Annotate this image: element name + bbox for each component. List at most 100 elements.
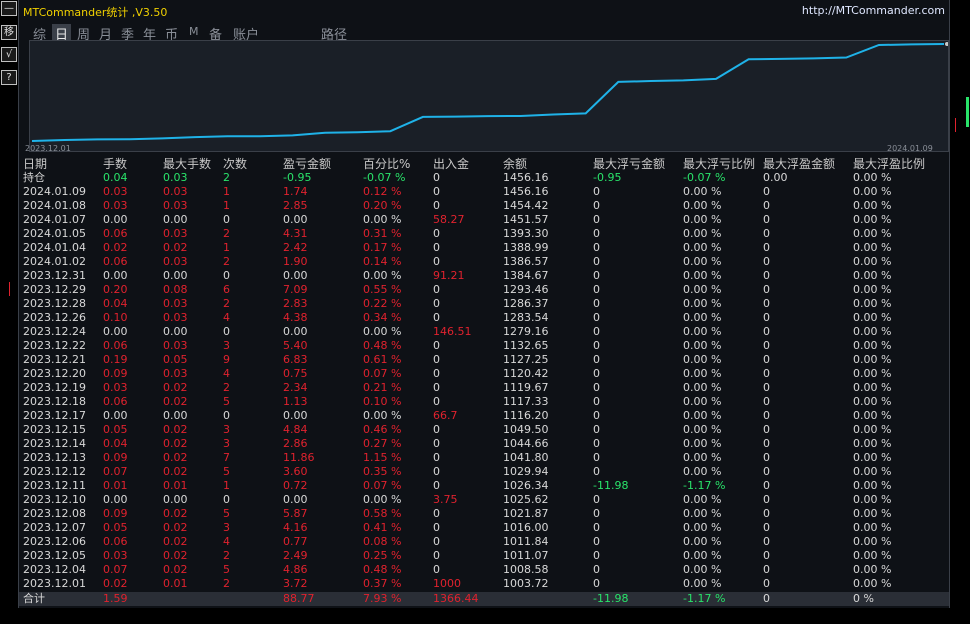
- cell-balance: 1384.67: [503, 269, 549, 282]
- cell-date: 2023.12.07: [23, 521, 86, 534]
- cell-count: 次数: [223, 157, 248, 171]
- cell-date: 2023.12.12: [23, 465, 86, 478]
- cell-max-float-profit-pct: 0.00 %: [853, 535, 892, 548]
- table-row: 2024.01.04 0.02 0.02 1 2.42 0.17 % 0 1388.99 0 0.…: [19, 241, 949, 255]
- cell-count: 1: [223, 479, 230, 492]
- cell-max-float-profit: 0: [763, 353, 770, 366]
- cell-max-float-profit-pct: 0.00 %: [853, 381, 892, 394]
- cell-max-float-loss-pct: 0.00 %: [683, 381, 722, 394]
- cell-percent: 0.00 %: [363, 493, 402, 506]
- check-button[interactable]: √: [1, 47, 17, 62]
- table-row: 2023.12.04 0.07 0.02 5 4.86 0.48 % 0 1008.58 0 0.…: [19, 563, 949, 577]
- cell-balance: 1286.37: [503, 297, 549, 310]
- cell-deposit: 0: [433, 353, 440, 366]
- cell-deposit: 出入金: [433, 157, 470, 171]
- cell-max-lots: 0.00: [163, 269, 188, 282]
- cell-max-float-profit-pct: 0.00 %: [853, 325, 892, 338]
- cell-max-float-loss-pct: 0.00 %: [683, 367, 722, 380]
- cell-max-float-profit: 0: [763, 241, 770, 254]
- cell-max-float-loss: 0: [593, 185, 600, 198]
- cell-pnl: 4.84: [283, 423, 308, 436]
- cell-pnl: 0.77: [283, 535, 308, 548]
- cell-date: 2023.12.19: [23, 381, 86, 394]
- cell-max-float-profit: 0: [763, 269, 770, 282]
- table-row: 2023.12.13 0.09 0.02 7 11.86 1.15 % 0 1041.80 0 0…: [19, 451, 949, 465]
- cell-date: 2023.12.29: [23, 283, 86, 296]
- cell-lots: 0.06: [103, 395, 128, 408]
- cell-deposit: 0: [433, 241, 440, 254]
- cell-percent: 0.34 %: [363, 311, 402, 324]
- cell-percent: 0.00 %: [363, 269, 402, 282]
- cell-balance: 1393.30: [503, 227, 549, 240]
- cell-pnl: 4.31: [283, 227, 308, 240]
- cell-percent: 0.27 %: [363, 437, 402, 450]
- cell-max-lots: 0.03: [163, 297, 188, 310]
- cell-max-float-loss-pct: 0.00 %: [683, 283, 722, 296]
- table-row: 2023.12.24 0.00 0.00 0 0.00 0.00 % 146.51 1279.…: [19, 325, 949, 339]
- cell-deposit: 0: [433, 367, 440, 380]
- cell-lots: 0.00: [103, 269, 128, 282]
- cell-max-float-loss: 0: [593, 465, 600, 478]
- cell-lots: 0.03: [103, 199, 128, 212]
- cell-pnl: 6.83: [283, 353, 308, 366]
- table-row: 2023.12.29 0.20 0.08 6 7.09 0.55 % 0 1293.46 0 0.…: [19, 283, 949, 297]
- cell-pnl: 盈亏金额: [283, 157, 332, 171]
- cell-lots: 0.20: [103, 283, 128, 296]
- cell-balance: 1025.62: [503, 493, 549, 506]
- cell-pnl: 4.38: [283, 311, 308, 324]
- balance-chart: [29, 40, 949, 152]
- cell-max-float-profit-pct: 0.00 %: [853, 507, 892, 520]
- cell-deposit: 66.7: [433, 409, 458, 422]
- cell-max-float-profit: 0: [763, 563, 770, 576]
- cell-count: 0: [223, 213, 230, 226]
- cell-max-lots: 0.01: [163, 479, 188, 492]
- table-row: 2023.12.22 0.06 0.03 3 5.40 0.48 % 0 1132.65 0 0.…: [19, 339, 949, 353]
- cell-percent: 0.41 %: [363, 521, 402, 534]
- cell-max-float-loss-pct: -1.17 %: [683, 592, 726, 605]
- help-button[interactable]: ?: [1, 70, 17, 85]
- balance-chart-svg: [31, 42, 948, 142]
- cell-date: 2024.01.04: [23, 241, 86, 254]
- cell-pnl: 1.74: [283, 185, 308, 198]
- cell-max-float-profit-pct: 0.00 %: [853, 451, 892, 464]
- cell-deposit: 0: [433, 381, 440, 394]
- cell-max-float-loss: 0: [593, 367, 600, 380]
- cell-balance: 1016.00: [503, 521, 549, 534]
- cell-lots: 0.05: [103, 423, 128, 436]
- move-button[interactable]: 移: [1, 25, 17, 40]
- cell-max-lots: 0.02: [163, 563, 188, 576]
- cell-count: 4: [223, 367, 230, 380]
- cell-balance: 1388.99: [503, 241, 549, 254]
- cell-percent: 7.93 %: [363, 592, 402, 605]
- cell-max-float-loss-pct: 0.00 %: [683, 339, 722, 352]
- cell-date: 2024.01.05: [23, 227, 86, 240]
- cell-balance: 1293.46: [503, 283, 549, 296]
- cell-max-float-profit: 0: [763, 423, 770, 436]
- cell-max-float-loss-pct: 0.00 %: [683, 465, 722, 478]
- cell-deposit: 0: [433, 255, 440, 268]
- cell-pnl: 1.90: [283, 255, 308, 268]
- cell-pnl: 3.60: [283, 465, 308, 478]
- cell-max-float-loss-pct: -1.17 %: [683, 479, 726, 492]
- cell-max-float-profit-pct: 0 %: [853, 592, 874, 605]
- cell-count: 0: [223, 493, 230, 506]
- website-link[interactable]: http://MTCommander.com: [802, 4, 945, 17]
- table-row: 2023.12.10 0.00 0.00 0 0.00 0.00 % 3.75 1025.62…: [19, 493, 949, 507]
- cell-deposit: 0: [433, 311, 440, 324]
- cell-date: 2023.12.31: [23, 269, 86, 282]
- cell-percent: 0.07 %: [363, 367, 402, 380]
- minimize-button[interactable]: —: [1, 1, 17, 16]
- cell-max-float-profit: 0: [763, 213, 770, 226]
- cell-max-float-profit-pct: 0.00 %: [853, 353, 892, 366]
- cell-percent: 0.00 %: [363, 213, 402, 226]
- cell-date: 2024.01.08: [23, 199, 86, 212]
- table-row: 2023.12.18 0.06 0.02 5 1.13 0.10 % 0 1117.33 0 0.…: [19, 395, 949, 409]
- cell-max-float-loss: 0: [593, 493, 600, 506]
- cell-balance: 1003.72: [503, 577, 549, 590]
- cell-max-float-loss-pct: 0.00 %: [683, 451, 722, 464]
- cell-deposit: 0: [433, 535, 440, 548]
- cell-deposit: 1366.44: [433, 592, 479, 605]
- table-row: 2023.12.05 0.03 0.02 2 2.49 0.25 % 0 1011.07 0 0.…: [19, 549, 949, 563]
- cell-max-float-loss: 0: [593, 577, 600, 590]
- tab-magic[interactable]: M: [189, 25, 199, 38]
